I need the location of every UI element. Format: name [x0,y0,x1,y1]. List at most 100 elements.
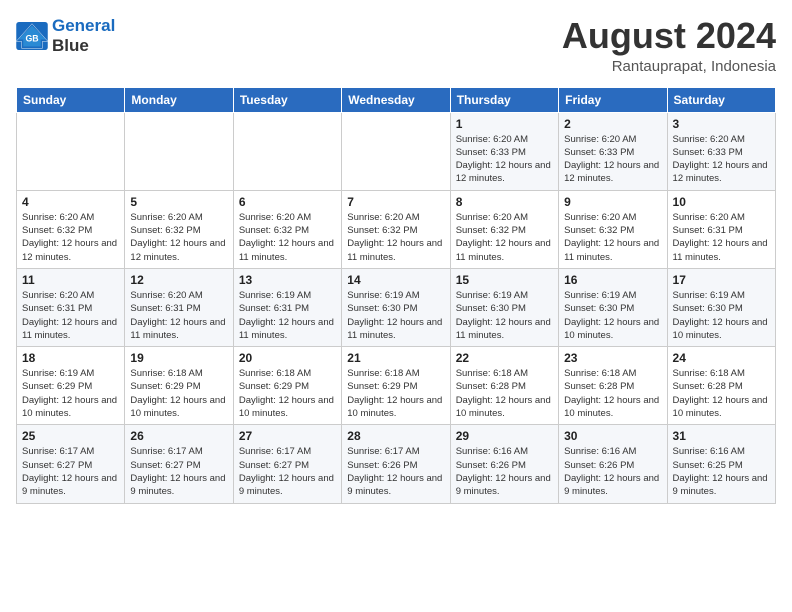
day-number: 11 [22,273,119,287]
day-number: 19 [130,351,227,365]
day-number: 18 [22,351,119,365]
calendar-cell: 19 Sunrise: 6:18 AMSunset: 6:29 PMDayligh… [125,347,233,425]
calendar-subtitle: Rantauprapat, Indonesia [562,58,776,75]
day-number: 4 [22,195,119,209]
weekday-header-saturday: Saturday [667,87,775,112]
logo-icon: GB [16,22,48,50]
day-info: Sunrise: 6:20 AMSunset: 6:32 PMDaylight:… [564,211,661,264]
day-number: 10 [673,195,770,209]
calendar-cell: 7 Sunrise: 6:20 AMSunset: 6:32 PMDaylight… [342,190,450,268]
day-number: 27 [239,429,336,443]
calendar-cell: 10 Sunrise: 6:20 AMSunset: 6:31 PMDayligh… [667,190,775,268]
calendar-cell: 31 Sunrise: 6:16 AMSunset: 6:25 PMDayligh… [667,425,775,503]
day-number: 29 [456,429,553,443]
title-block: August 2024 Rantauprapat, Indonesia [562,16,776,75]
day-number: 30 [564,429,661,443]
day-info: Sunrise: 6:18 AMSunset: 6:29 PMDaylight:… [239,367,336,420]
day-info: Sunrise: 6:20 AMSunset: 6:32 PMDaylight:… [130,211,227,264]
logo: GB General Blue [16,16,115,55]
calendar-week-row: 18 Sunrise: 6:19 AMSunset: 6:29 PMDayligh… [17,347,776,425]
calendar-cell: 23 Sunrise: 6:18 AMSunset: 6:28 PMDayligh… [559,347,667,425]
day-info: Sunrise: 6:16 AMSunset: 6:25 PMDaylight:… [673,445,770,498]
day-info: Sunrise: 6:17 AMSunset: 6:27 PMDaylight:… [130,445,227,498]
calendar-table: SundayMondayTuesdayWednesdayThursdayFrid… [16,87,776,504]
day-number: 3 [673,117,770,131]
day-info: Sunrise: 6:19 AMSunset: 6:29 PMDaylight:… [22,367,119,420]
day-info: Sunrise: 6:20 AMSunset: 6:33 PMDaylight:… [456,133,553,186]
calendar-cell: 4 Sunrise: 6:20 AMSunset: 6:32 PMDaylight… [17,190,125,268]
svg-text:GB: GB [25,33,38,43]
calendar-cell: 14 Sunrise: 6:19 AMSunset: 6:30 PMDayligh… [342,268,450,346]
day-number: 1 [456,117,553,131]
calendar-cell: 21Sunrise: 6:18 AMSunset: 6:29 PMDayligh… [342,347,450,425]
weekday-header-row: SundayMondayTuesdayWednesdayThursdayFrid… [17,87,776,112]
day-info: Sunrise: 6:20 AMSunset: 6:31 PMDaylight:… [22,289,119,342]
calendar-title: August 2024 [562,16,776,56]
calendar-cell: 22Sunrise: 6:18 AMSunset: 6:28 PMDayligh… [450,347,558,425]
calendar-cell: 30 Sunrise: 6:16 AMSunset: 6:26 PMDayligh… [559,425,667,503]
calendar-cell: 6 Sunrise: 6:20 AMSunset: 6:32 PMDaylight… [233,190,341,268]
day-number: 6 [239,195,336,209]
day-number: 7 [347,195,444,209]
day-info: Sunrise: 6:17 AMSunset: 6:27 PMDaylight:… [239,445,336,498]
day-info: Sunrise: 6:20 AMSunset: 6:33 PMDaylight:… [673,133,770,186]
day-info: Sunrise: 6:19 AMSunset: 6:30 PMDaylight:… [564,289,661,342]
day-number: 12 [130,273,227,287]
calendar-cell: 9 Sunrise: 6:20 AMSunset: 6:32 PMDaylight… [559,190,667,268]
calendar-week-row: 25 Sunrise: 6:17 AMSunset: 6:27 PMDayligh… [17,425,776,503]
day-number: 14 [347,273,444,287]
day-number: 26 [130,429,227,443]
day-number: 2 [564,117,661,131]
day-number: 23 [564,351,661,365]
day-info: Sunrise: 6:19 AMSunset: 6:30 PMDaylight:… [456,289,553,342]
calendar-cell: 3 Sunrise: 6:20 AMSunset: 6:33 PMDaylight… [667,112,775,190]
calendar-cell: 16Sunrise: 6:19 AMSunset: 6:30 PMDayligh… [559,268,667,346]
calendar-cell [342,112,450,190]
day-info: Sunrise: 6:19 AMSunset: 6:31 PMDaylight:… [239,289,336,342]
weekday-header-sunday: Sunday [17,87,125,112]
day-info: Sunrise: 6:20 AMSunset: 6:32 PMDaylight:… [239,211,336,264]
calendar-cell: 11 Sunrise: 6:20 AMSunset: 6:31 PMDayligh… [17,268,125,346]
calendar-cell: 1 Sunrise: 6:20 AMSunset: 6:33 PMDaylight… [450,112,558,190]
calendar-cell: 25Sunrise: 6:17 AMSunset: 6:27 PMDayligh… [17,425,125,503]
day-info: Sunrise: 6:18 AMSunset: 6:28 PMDaylight:… [673,367,770,420]
day-number: 28 [347,429,444,443]
day-info: Sunrise: 6:16 AMSunset: 6:26 PMDaylight:… [564,445,661,498]
weekday-header-monday: Monday [125,87,233,112]
calendar-cell: 18 Sunrise: 6:19 AMSunset: 6:29 PMDayligh… [17,347,125,425]
calendar-cell [17,112,125,190]
day-info: Sunrise: 6:19 AMSunset: 6:30 PMDaylight:… [673,289,770,342]
calendar-cell: 15Sunrise: 6:19 AMSunset: 6:30 PMDayligh… [450,268,558,346]
logo-text: General Blue [52,16,115,55]
day-info: Sunrise: 6:18 AMSunset: 6:29 PMDaylight:… [130,367,227,420]
day-info: Sunrise: 6:16 AMSunset: 6:26 PMDaylight:… [456,445,553,498]
day-info: Sunrise: 6:18 AMSunset: 6:28 PMDaylight:… [564,367,661,420]
calendar-week-row: 1 Sunrise: 6:20 AMSunset: 6:33 PMDaylight… [17,112,776,190]
day-info: Sunrise: 6:20 AMSunset: 6:31 PMDaylight:… [130,289,227,342]
day-number: 24 [673,351,770,365]
weekday-header-thursday: Thursday [450,87,558,112]
weekday-header-tuesday: Tuesday [233,87,341,112]
day-info: Sunrise: 6:19 AMSunset: 6:30 PMDaylight:… [347,289,444,342]
day-number: 8 [456,195,553,209]
calendar-cell: 12 Sunrise: 6:20 AMSunset: 6:31 PMDayligh… [125,268,233,346]
weekday-header-wednesday: Wednesday [342,87,450,112]
day-number: 31 [673,429,770,443]
calendar-cell: 2 Sunrise: 6:20 AMSunset: 6:33 PMDaylight… [559,112,667,190]
day-info: Sunrise: 6:20 AMSunset: 6:32 PMDaylight:… [22,211,119,264]
calendar-cell: 27 Sunrise: 6:17 AMSunset: 6:27 PMDayligh… [233,425,341,503]
day-number: 9 [564,195,661,209]
day-number: 25 [22,429,119,443]
calendar-cell: 5Sunrise: 6:20 AMSunset: 6:32 PMDaylight… [125,190,233,268]
calendar-cell [233,112,341,190]
day-number: 20 [239,351,336,365]
day-info: Sunrise: 6:18 AMSunset: 6:29 PMDaylight:… [347,367,444,420]
day-info: Sunrise: 6:20 AMSunset: 6:32 PMDaylight:… [456,211,553,264]
day-number: 22 [456,351,553,365]
calendar-cell: 8 Sunrise: 6:20 AMSunset: 6:32 PMDaylight… [450,190,558,268]
day-info: Sunrise: 6:20 AMSunset: 6:31 PMDaylight:… [673,211,770,264]
day-info: Sunrise: 6:20 AMSunset: 6:32 PMDaylight:… [347,211,444,264]
day-number: 13 [239,273,336,287]
day-info: Sunrise: 6:20 AMSunset: 6:33 PMDaylight:… [564,133,661,186]
weekday-header-friday: Friday [559,87,667,112]
